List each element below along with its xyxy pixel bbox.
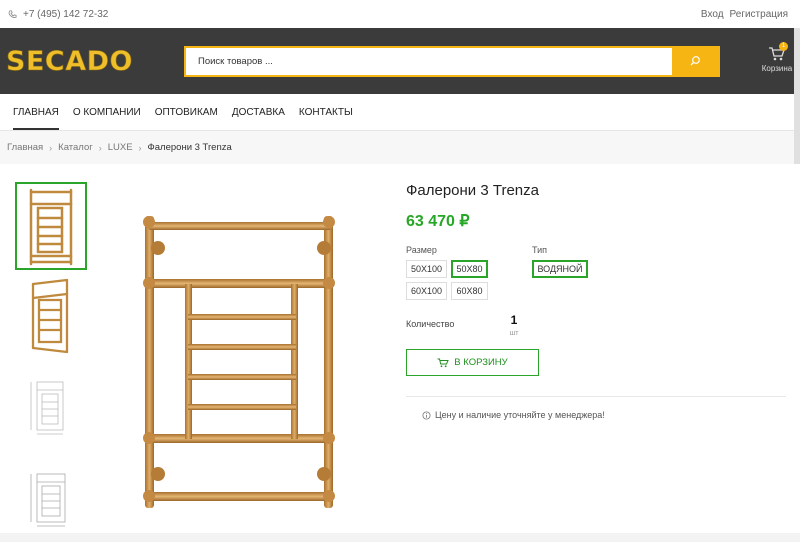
thumbnail-2[interactable]: [15, 272, 87, 360]
nav-item-delivery[interactable]: ДОСТАВКА: [225, 94, 292, 130]
quantity-unit: шт: [509, 330, 519, 337]
quantity-label: Количество: [406, 319, 455, 329]
type-option-selected[interactable]: ВОДЯНОЙ: [532, 260, 588, 278]
quantity-row: Количество 1 шт: [406, 313, 786, 337]
main-nav: ГЛАВНАЯ О КОМПАНИИ ОПТОВИКАМ ДОСТАВКА КО…: [0, 94, 800, 131]
cart-add-icon: [437, 358, 450, 367]
size-option-selected[interactable]: 50X80: [451, 260, 488, 278]
quantity-stepper[interactable]: 1 шт: [501, 313, 527, 337]
chevron-right-icon: ›: [138, 142, 142, 153]
nav-item-contacts[interactable]: КОНТАКТЫ: [292, 94, 360, 130]
thumbnail-list: [15, 182, 87, 542]
top-bar: +7 (495) 142 72-32 Вход Регистрация: [0, 0, 800, 28]
nav-item-home[interactable]: ГЛАВНАЯ: [6, 94, 66, 130]
login-link[interactable]: Вход: [701, 9, 724, 20]
product-price: 63 470 ₽: [406, 213, 470, 230]
info-icon: [422, 410, 431, 420]
type-label: Тип: [532, 245, 548, 255]
type-option-group: Тип ВОДЯНОЙ: [532, 245, 618, 300]
price-note: Цену и наличие уточняйте у менеджера!: [422, 410, 786, 420]
product-info: Фалерони 3 Trenza 63 470 ₽ Размер 50X100…: [406, 182, 786, 420]
search-input[interactable]: Поиск товаров ...: [186, 48, 672, 75]
size-option[interactable]: 60X80: [451, 282, 488, 300]
site-header: SECADO Поиск товаров ... 1 Корзина: [0, 28, 800, 94]
thumbnail-1[interactable]: [15, 182, 87, 270]
scrollbar[interactable]: [794, 28, 800, 164]
breadcrumb-home[interactable]: Главная: [7, 142, 43, 153]
towel-rail-image: [143, 216, 335, 508]
phone-contact[interactable]: +7 (495) 142 72-32: [8, 9, 108, 20]
product-options: Размер 50X100 50X80 60X100 60X80 Тип ВОД…: [406, 245, 786, 300]
product-section: Фалерони 3 Trenza 63 470 ₽ Размер 50X100…: [0, 164, 800, 533]
price-note-text: Цену и наличие уточняйте у менеджера!: [435, 410, 605, 420]
size-label: Размер: [406, 245, 437, 255]
chevron-right-icon: ›: [49, 142, 53, 153]
thumbnail-4[interactable]: [15, 452, 87, 540]
nav-item-about[interactable]: О КОМПАНИИ: [66, 94, 148, 130]
cart-button[interactable]: 1 Корзина: [760, 42, 794, 73]
search-icon: [690, 56, 700, 66]
cart-label: Корзина: [761, 64, 793, 73]
quantity-value[interactable]: 1: [501, 313, 527, 327]
divider: [406, 396, 786, 397]
add-to-cart-button[interactable]: В КОРЗИНУ: [406, 349, 539, 376]
cart-count-badge: 1: [779, 42, 788, 51]
product-image[interactable]: [128, 194, 348, 514]
phone-number: +7 (495) 142 72-32: [23, 8, 109, 20]
towel-rail-drawing-thumbnail: [30, 473, 66, 527]
search-bar: Поиск товаров ...: [184, 45, 720, 77]
register-link[interactable]: Регистрация: [730, 9, 788, 20]
chevron-right-icon: ›: [98, 142, 102, 153]
site-logo[interactable]: SECADO: [6, 45, 182, 77]
search-button[interactable]: [672, 47, 718, 75]
towel-rail-drawing-thumbnail: [30, 381, 64, 435]
towel-rail-angle-thumbnail: [31, 278, 69, 354]
size-option[interactable]: 60X100: [406, 282, 447, 300]
towel-rail-thumbnail: [29, 188, 73, 266]
breadcrumb-luxe[interactable]: LUXE: [108, 142, 133, 153]
add-to-cart-label: В КОРЗИНУ: [454, 357, 508, 368]
breadcrumb: Главная › Каталог › LUXE › Фалерони 3 Tr…: [0, 131, 800, 164]
size-option[interactable]: 50X100: [406, 260, 447, 278]
breadcrumb-current: Фалерони 3 Trenza: [147, 142, 232, 153]
breadcrumb-catalog[interactable]: Каталог: [58, 142, 93, 153]
nav-item-wholesale[interactable]: ОПТОВИКАМ: [148, 94, 225, 130]
size-option-group: Размер 50X100 50X80 60X100 60X80: [406, 245, 532, 300]
phone-icon: [8, 9, 17, 18]
thumbnail-3[interactable]: [15, 362, 87, 450]
product-title: Фалерони 3 Trenza: [406, 182, 539, 199]
